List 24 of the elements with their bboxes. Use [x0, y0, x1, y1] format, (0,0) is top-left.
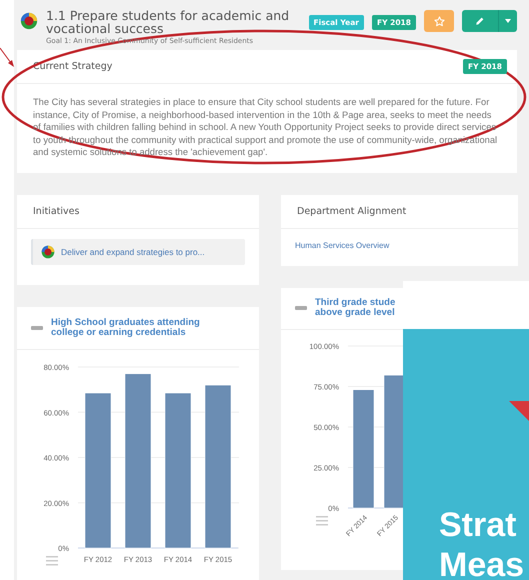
logo-icon	[41, 244, 55, 258]
logo-icon	[20, 12, 38, 30]
card-title: Department Alignment	[297, 206, 406, 216]
page-title: 1.1 Prepare students for academic and vocational success	[46, 9, 290, 35]
caret-icon	[505, 19, 511, 23]
initiative-label[interactable]: Deliver and expand strategies to pro...	[61, 246, 205, 256]
banner-heading: Meas	[439, 545, 524, 580]
card-title: Current Strategy	[33, 61, 112, 72]
edit-button[interactable]	[462, 10, 498, 32]
department-link[interactable]: Human Services Overview	[295, 240, 518, 250]
collapse-icon[interactable]	[295, 306, 307, 310]
initiative-item[interactable]: Deliver and expand strategies to pro...	[31, 238, 245, 264]
card-title: Initiatives	[33, 206, 80, 216]
star-icon	[434, 16, 444, 26]
dropdown-button[interactable]	[498, 10, 517, 32]
menu-icon[interactable]	[316, 516, 328, 526]
measure-title[interactable]: High School graduates attending college or earning credentials	[51, 318, 221, 338]
banner-heading: Strat	[439, 505, 516, 545]
collapse-icon[interactable]	[31, 326, 43, 330]
favorite-button[interactable]	[424, 10, 454, 32]
annotation-arrow	[0, 48, 14, 67]
triangle-icon	[509, 401, 529, 421]
pencil-icon	[475, 16, 485, 26]
menu-icon[interactable]	[46, 556, 58, 565]
